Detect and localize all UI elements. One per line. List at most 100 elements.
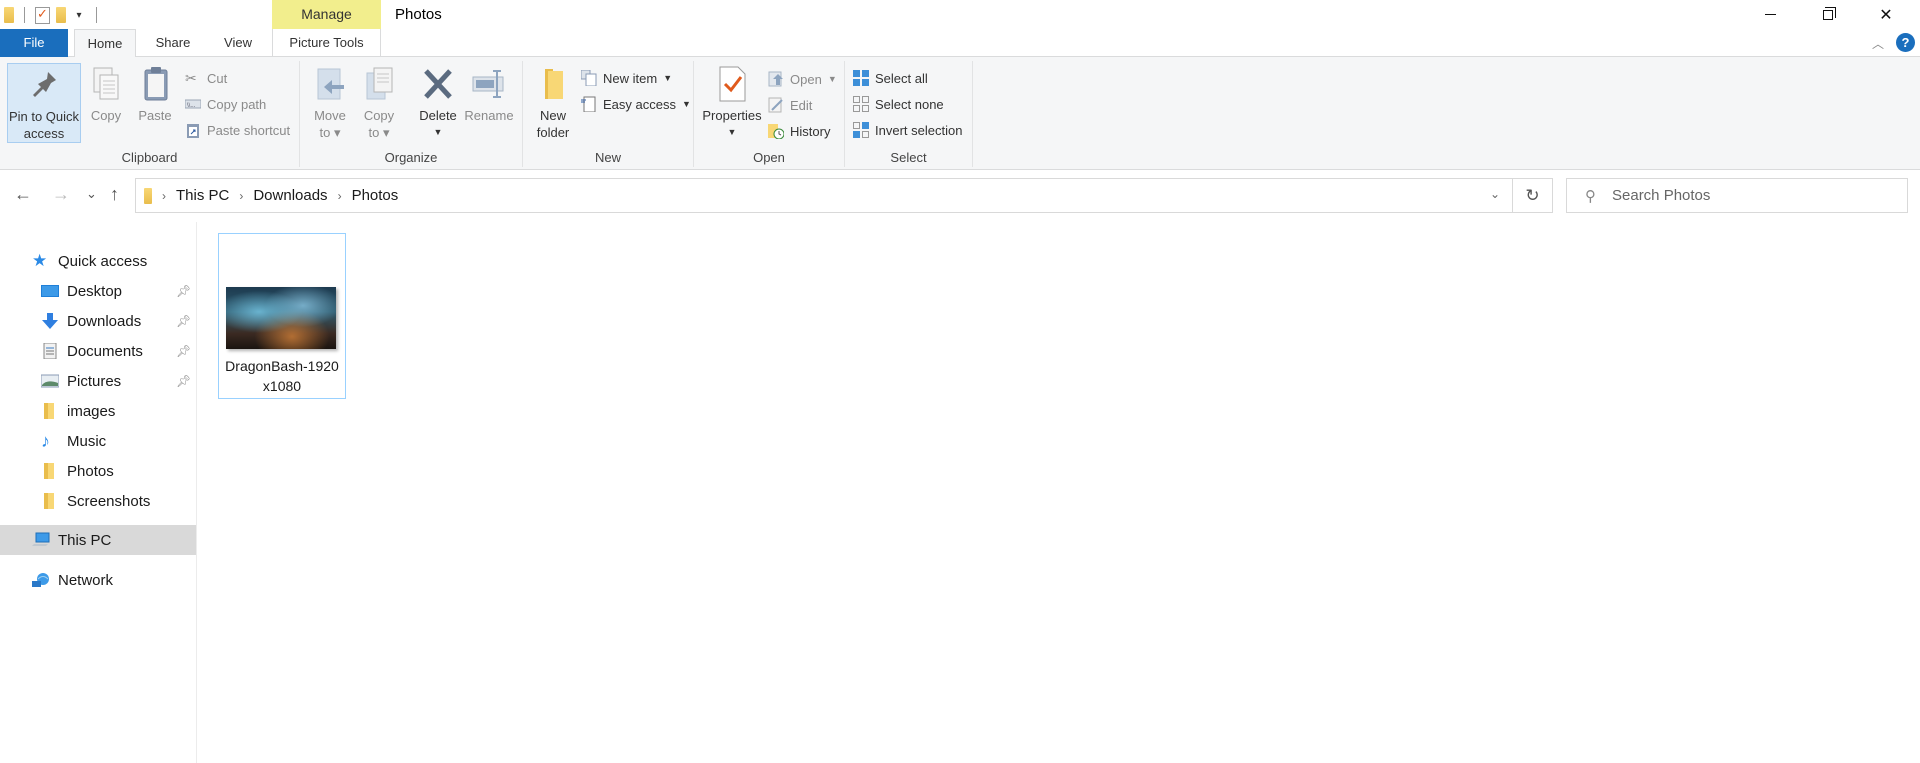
sidebar-item-pictures[interactable]: Pictures 📌︎ bbox=[0, 366, 196, 396]
properties-label: Properties bbox=[702, 108, 762, 123]
select-none-button[interactable]: Select none bbox=[853, 93, 944, 115]
pin-icon[interactable]: 📌︎ bbox=[176, 344, 191, 358]
pin-to-quick-access-button[interactable]: Pin to Quick access bbox=[7, 63, 81, 143]
open-group: Properties ▼ Open ▼ Edit History Open bbox=[694, 61, 845, 167]
tab-picture-tools[interactable]: Picture Tools bbox=[272, 29, 381, 57]
pin-icon[interactable]: 📌︎ bbox=[176, 284, 191, 298]
tab-file[interactable]: File bbox=[0, 29, 68, 57]
file-list: DragonBash-1920x1080 bbox=[197, 222, 1920, 763]
up-button[interactable]: ↑ bbox=[110, 184, 119, 205]
new-folder-button[interactable]: New folder bbox=[533, 63, 573, 141]
sidebar-item-this-pc[interactable]: This PC bbox=[0, 525, 196, 555]
rename-label: Rename bbox=[464, 108, 514, 123]
tab-home[interactable]: Home bbox=[74, 29, 136, 58]
copy-path-button[interactable]: \\... Copy path bbox=[184, 93, 266, 115]
chevron-down-icon[interactable]: ⌄ bbox=[1490, 187, 1500, 201]
new-folder-label-1: New bbox=[539, 108, 566, 123]
copy-button[interactable]: Copy bbox=[86, 63, 126, 124]
delete-dropdown-icon[interactable]: ▼ bbox=[416, 124, 460, 141]
copy-icon bbox=[88, 65, 124, 103]
paste-shortcut-button[interactable]: Paste shortcut bbox=[185, 119, 290, 141]
back-button[interactable]: ← bbox=[14, 184, 32, 205]
cut-button[interactable]: ✂ Cut bbox=[185, 67, 227, 89]
close-icon: ✕ bbox=[1879, 6, 1893, 24]
new-group: New folder New item ▼ Easy access ▼ New bbox=[523, 61, 694, 167]
image-thumbnail bbox=[226, 287, 336, 349]
window-title: Photos bbox=[395, 6, 442, 23]
new-folder-label-2: folder bbox=[536, 125, 570, 140]
edit-button[interactable]: Edit bbox=[768, 94, 812, 116]
breadcrumb-downloads[interactable]: Downloads bbox=[253, 187, 327, 204]
folder-icon[interactable] bbox=[4, 7, 14, 23]
ribbon-tabs: File Home Share View Picture Tools ︿ ? bbox=[0, 29, 1920, 58]
sidebar-item-images[interactable]: images bbox=[0, 396, 196, 426]
copy-to-button[interactable]: Copy to ▾ bbox=[358, 63, 400, 141]
chevron-right-icon[interactable]: › bbox=[338, 189, 342, 203]
chevron-right-icon[interactable]: › bbox=[239, 189, 243, 203]
chevron-right-icon[interactable]: › bbox=[162, 189, 166, 203]
minimize-button[interactable] bbox=[1741, 0, 1799, 29]
toolbar-separator bbox=[96, 7, 97, 23]
sidebar-item-label: Network bbox=[58, 571, 114, 589]
sidebar-item-label: Pictures bbox=[67, 372, 122, 390]
title-bar: ▾ Manage Photos ✕ bbox=[0, 0, 1920, 29]
sidebar-item-documents[interactable]: Documents 📌︎ bbox=[0, 336, 196, 366]
new-folder-icon[interactable] bbox=[56, 7, 66, 23]
search-input[interactable]: ⚲ Search Photos bbox=[1566, 178, 1908, 213]
tab-share[interactable]: Share bbox=[145, 29, 201, 57]
properties-icon bbox=[714, 65, 750, 103]
paste-button[interactable]: Paste bbox=[134, 63, 176, 124]
move-to-label-1: Move bbox=[314, 108, 346, 123]
customize-toolbar-dropdown[interactable]: ▾ bbox=[72, 10, 86, 21]
sidebar-item-downloads[interactable]: Downloads 📌︎ bbox=[0, 306, 196, 336]
sidebar-item-music[interactable]: ♪ Music bbox=[0, 426, 196, 456]
file-item[interactable]: DragonBash-1920x1080 bbox=[218, 233, 346, 399]
collapse-ribbon-icon[interactable]: ︿ bbox=[1872, 35, 1884, 52]
history-button[interactable]: History bbox=[768, 120, 830, 142]
help-icon[interactable]: ? bbox=[1896, 33, 1915, 52]
rename-button[interactable]: Rename bbox=[463, 63, 515, 124]
toolbar-separator bbox=[24, 7, 25, 23]
music-icon: ♪ bbox=[41, 431, 50, 451]
open-button[interactable]: Open ▼ bbox=[768, 68, 837, 90]
sidebar-item-label: Photos bbox=[67, 462, 114, 480]
file-name: DragonBash-1920x1080 bbox=[225, 358, 339, 394]
rename-icon bbox=[471, 65, 507, 103]
sidebar-item-desktop[interactable]: Desktop 📌︎ bbox=[0, 276, 196, 306]
address-bar[interactable]: › This PC › Downloads › Photos ⌄ bbox=[135, 178, 1513, 213]
manage-contextual-tab[interactable]: Manage bbox=[272, 0, 381, 29]
sidebar-item-quick-access[interactable]: ★ Quick access bbox=[0, 246, 196, 276]
breadcrumb-photos[interactable]: Photos bbox=[352, 187, 399, 204]
close-button[interactable]: ✕ bbox=[1857, 0, 1915, 29]
delete-button[interactable]: Delete ▼ bbox=[416, 63, 460, 141]
sidebar-item-network[interactable]: Network bbox=[0, 565, 196, 595]
easy-access-button[interactable]: Easy access ▼ bbox=[581, 93, 691, 115]
navigation-bar: ← → ⌄ ↑ › This PC › Downloads › Photos ⌄… bbox=[0, 170, 1920, 222]
select-none-label: Select none bbox=[875, 96, 944, 112]
properties-icon[interactable] bbox=[35, 6, 50, 24]
folder-icon bbox=[41, 403, 59, 419]
copy-to-icon bbox=[361, 65, 397, 103]
sidebar-item-label: Quick access bbox=[58, 252, 148, 270]
select-all-button[interactable]: Select all bbox=[853, 67, 928, 89]
sidebar-item-screenshots[interactable]: Screenshots bbox=[0, 486, 196, 516]
new-group-label: New bbox=[594, 150, 621, 165]
forward-button[interactable]: → bbox=[52, 184, 70, 205]
refresh-button[interactable]: ↻ bbox=[1513, 178, 1553, 213]
sidebar-item-label: This PC bbox=[58, 531, 112, 549]
sidebar-item-photos[interactable]: Photos bbox=[0, 456, 196, 486]
new-item-button[interactable]: New item ▼ bbox=[580, 67, 672, 89]
recent-locations-button[interactable]: ⌄ bbox=[86, 186, 97, 202]
clipboard-group-label: Clipboard bbox=[121, 150, 178, 165]
breadcrumb-this-pc[interactable]: This PC bbox=[176, 187, 229, 204]
pin-icon[interactable]: 📌︎ bbox=[176, 314, 191, 328]
move-to-button[interactable]: Move to ▾ bbox=[310, 63, 350, 141]
restore-button[interactable] bbox=[1799, 0, 1857, 29]
pin-icon[interactable]: 📌︎ bbox=[176, 374, 191, 388]
properties-dropdown-icon[interactable]: ▼ bbox=[700, 124, 764, 141]
invert-selection-button[interactable]: Invert selection bbox=[853, 119, 962, 141]
properties-button[interactable]: Properties ▼ bbox=[700, 63, 764, 141]
sidebar-item-label: Documents bbox=[67, 342, 143, 360]
tab-view[interactable]: View bbox=[210, 29, 266, 57]
sidebar-item-label: Desktop bbox=[67, 282, 123, 300]
